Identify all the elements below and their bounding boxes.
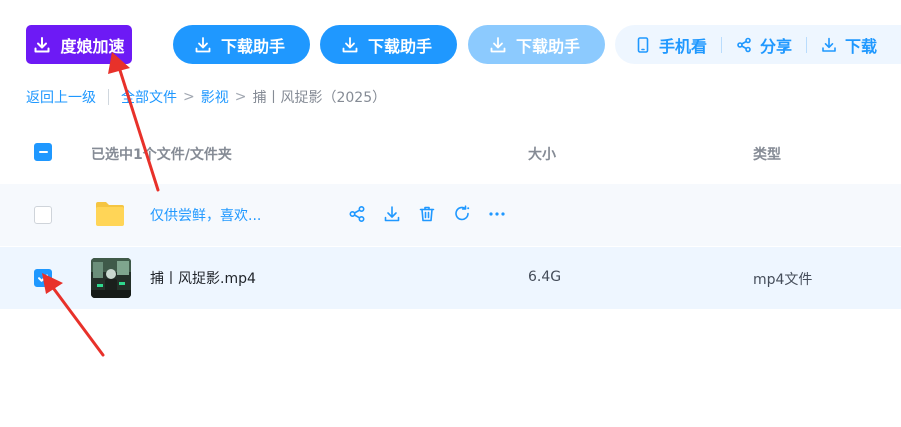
download-icon: [195, 36, 211, 52]
breadcrumb-current: 捕丨风捉影（2025）: [252, 90, 387, 106]
table-row[interactable]: 捕丨风捉影.mp4 6.4G mp4文件: [0, 247, 901, 309]
check-icon: [38, 274, 48, 282]
download-label: 下载: [845, 36, 878, 56]
file-name[interactable]: 捕丨风捉影.mp4: [150, 268, 256, 288]
speed-button-label: 度娘加速: [60, 36, 125, 56]
download-helper-label: 下载助手: [515, 36, 580, 56]
share-icon: [737, 37, 751, 52]
phone-view-button[interactable]: 手机看: [635, 33, 707, 57]
share-label: 分享: [760, 36, 793, 56]
row-checkbox[interactable]: [34, 269, 52, 287]
breadcrumb: 返回上一级 全部文件 > 影视 > 捕丨风捉影（2025）: [26, 87, 386, 107]
breadcrumb-divider: [108, 89, 109, 105]
breadcrumb-root[interactable]: 全部文件: [121, 87, 177, 107]
column-header-size[interactable]: 大小: [528, 144, 556, 164]
file-type: mp4文件: [753, 272, 813, 288]
download-button[interactable]: 下载: [821, 33, 877, 57]
download-helper-button-3[interactable]: 下载助手: [468, 25, 605, 64]
action-button-group: 手机看 分享 下载: [615, 25, 901, 64]
file-size: 6.4G: [528, 269, 562, 285]
refresh-icon[interactable]: [453, 205, 471, 223]
row-actions: [348, 205, 523, 223]
share-icon[interactable]: [348, 205, 366, 223]
folder-name[interactable]: 仅供尝鲜，喜欢...: [150, 205, 261, 225]
chevron-right-icon: >: [234, 89, 247, 105]
phone-icon: [637, 36, 649, 53]
breadcrumb-back[interactable]: 返回上一级: [26, 87, 96, 107]
download-helper-label: 下载助手: [220, 36, 285, 56]
download-helper-button-1[interactable]: 下载助手: [173, 25, 310, 64]
download-helper-button-2[interactable]: 下载助手: [320, 25, 457, 64]
divider: [721, 36, 723, 53]
chevron-right-icon: >: [183, 89, 195, 105]
folder-icon: [96, 202, 124, 226]
more-icon[interactable]: [488, 205, 506, 223]
speed-button[interactable]: 度娘加速: [26, 25, 132, 64]
delete-icon[interactable]: [418, 205, 436, 223]
row-checkbox[interactable]: [34, 206, 52, 224]
table-row[interactable]: 仅供尝鲜，喜欢...: [0, 184, 901, 246]
share-button[interactable]: 分享: [736, 33, 792, 57]
select-all-checkbox[interactable]: [34, 143, 52, 161]
download-icon: [822, 37, 836, 52]
download-icon: [490, 36, 506, 52]
breadcrumb-level1[interactable]: 影视: [201, 87, 229, 107]
toolbar: 度娘加速 下载助手 下载助手 下载助手 手机看 分享 下载: [0, 0, 901, 80]
column-header-type[interactable]: 类型: [753, 144, 781, 164]
video-thumbnail: [91, 258, 131, 298]
download-icon: [342, 36, 358, 52]
download-icon[interactable]: [383, 205, 401, 223]
selection-summary: 已选中1个文件/文件夹: [91, 147, 232, 163]
divider: [806, 36, 808, 53]
download-helper-label: 下载助手: [367, 36, 432, 56]
table-header: 已选中1个文件/文件夹 大小 类型: [0, 122, 901, 182]
download-icon: [34, 36, 50, 52]
phone-view-label: 手机看: [659, 36, 708, 56]
